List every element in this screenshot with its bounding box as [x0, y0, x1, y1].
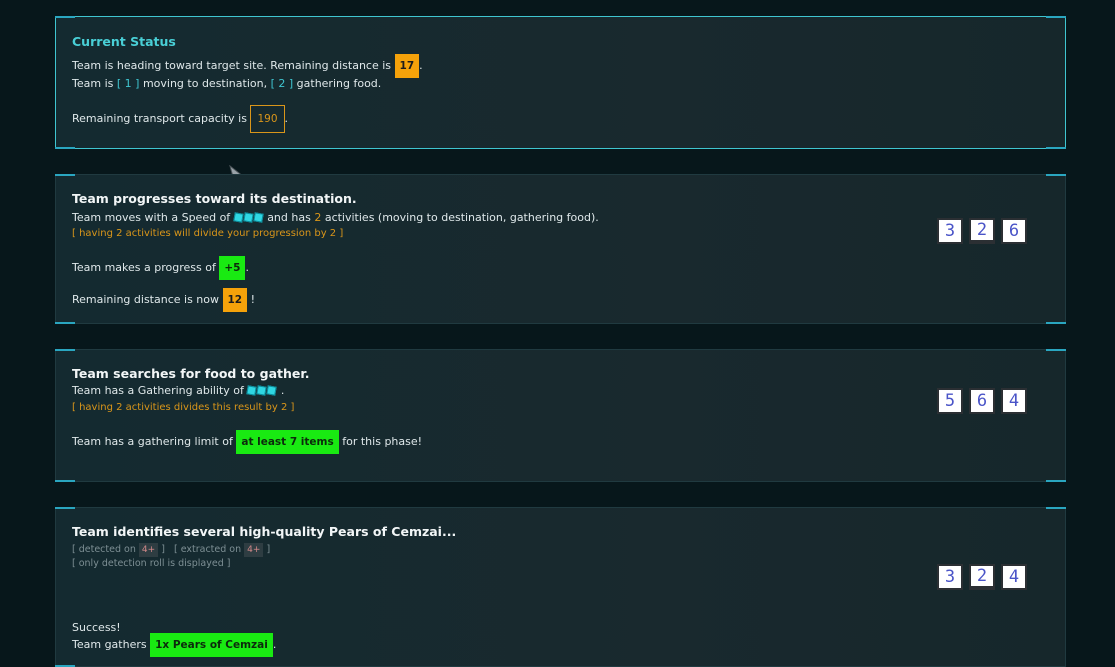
gathering-count: [ 2 ] [270, 77, 294, 90]
progress-panel: Team progresses toward its destination. … [55, 174, 1066, 324]
status-title: Current Status [72, 34, 176, 49]
die: 4 [1001, 564, 1027, 590]
identify-dice: 3 2 4 [937, 564, 1027, 590]
moving-count: [ 1 ] [116, 77, 140, 90]
die: 6 [1001, 218, 1027, 244]
progress-value-badge: +5 [219, 256, 246, 280]
die: 6 [969, 388, 995, 414]
gathering-limit-badge: at least 7 items [236, 430, 339, 454]
extracted-roll-badge: 4+ [244, 543, 264, 557]
gathering-panel: Team searches for food to gather. Team h… [55, 349, 1066, 482]
die: 4 [1001, 388, 1027, 414]
progress-note: [ having 2 activities will divide your p… [72, 228, 344, 239]
progress-dice: 3 2 6 [937, 218, 1027, 244]
cube-icon [266, 385, 278, 396]
activities-count: 2 [314, 211, 322, 224]
gathering-title: Team searches for food to gather. [72, 366, 310, 381]
new-distance-badge: 12 [222, 288, 248, 312]
die: 2 [969, 218, 995, 244]
die: 5 [937, 388, 963, 414]
detected-roll-badge: 4+ [138, 543, 159, 557]
transport-capacity-badge: 190 [250, 105, 285, 133]
only-detection-note: [ only detection roll is displayed ] [72, 558, 231, 569]
speed-cubes [232, 211, 268, 224]
die: 3 [937, 218, 963, 244]
die: 3 [937, 564, 963, 590]
gathering-cubes [246, 384, 281, 397]
gathering-note: [ having 2 activities divides this resul… [72, 402, 295, 413]
status-heading-text: Team is heading toward target site. Rema… [72, 59, 392, 72]
identify-title: Team identifies several high-quality Pea… [72, 524, 457, 539]
progress-title: Team progresses toward its destination. [72, 191, 357, 206]
current-status-panel: Current Status Team is heading toward ta… [55, 16, 1066, 149]
remaining-distance-badge: 17 [394, 54, 420, 78]
cube-icon [232, 212, 244, 223]
identify-panel: Team identifies several high-quality Pea… [55, 507, 1066, 667]
cube-icon [242, 212, 254, 223]
gathered-item-badge: 1x Pears of Cemzai [150, 633, 273, 657]
cube-icon [252, 212, 264, 223]
die: 2 [969, 564, 995, 590]
gathering-dice: 5 6 4 [937, 388, 1027, 414]
